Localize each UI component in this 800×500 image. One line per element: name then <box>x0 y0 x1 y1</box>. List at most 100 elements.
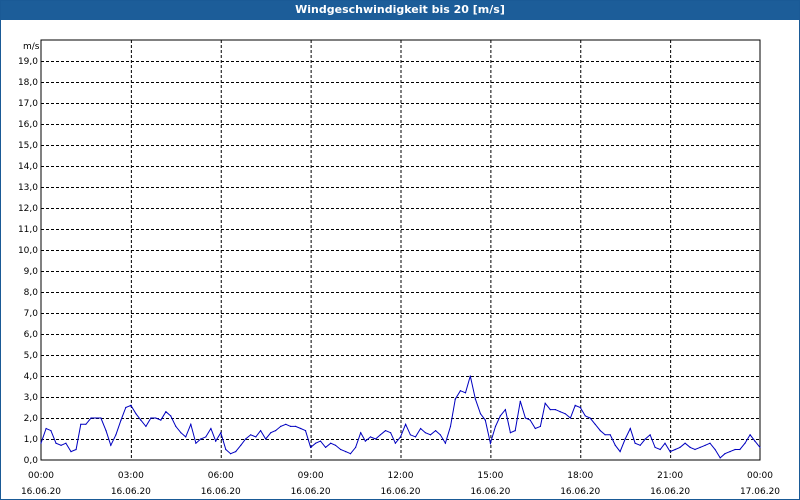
data-point <box>619 451 621 453</box>
data-point <box>420 427 422 430</box>
y-tick-label: 16,0 <box>18 120 38 130</box>
x-tick-date: 16.06.20 <box>111 487 151 497</box>
data-point <box>654 446 656 448</box>
data-point <box>599 430 601 432</box>
data-point <box>574 404 576 406</box>
data-point <box>759 446 761 448</box>
data-point <box>205 436 207 438</box>
x-tick-time: 03:00 <box>118 471 144 481</box>
data-point <box>674 448 676 451</box>
x-tick-time: 18:00 <box>567 471 593 481</box>
data-point <box>594 423 596 425</box>
data-point <box>135 413 137 415</box>
data-point <box>734 448 736 451</box>
data-point <box>80 423 82 425</box>
x-tick-time: 12:00 <box>388 471 414 481</box>
data-point <box>180 432 182 434</box>
data-point <box>559 411 561 413</box>
data-point <box>210 427 212 430</box>
data-point <box>624 438 626 440</box>
data-point <box>564 413 566 415</box>
data-point <box>75 448 77 451</box>
data-point <box>105 430 107 432</box>
chart-canvas: m/s 0,0 1,0 2,0 3,0 4,0 5,0 6,0 7,0 8,0 9,0 10,0 11… <box>18 39 780 497</box>
data-point <box>265 438 267 440</box>
x-tick-time: 09:00 <box>298 471 324 481</box>
data-point <box>230 453 232 455</box>
x-tick-time: 00:00 <box>747 471 773 481</box>
x-tick-date: 16.06.20 <box>650 487 690 497</box>
data-point <box>549 409 551 411</box>
data-point <box>364 440 366 442</box>
data-point <box>55 442 57 444</box>
data-point <box>125 406 127 409</box>
data-point <box>200 438 202 440</box>
data-point <box>504 409 506 411</box>
data-point <box>684 442 686 444</box>
x-tick-date: 16.06.20 <box>201 487 241 497</box>
x-tick-time: 15:00 <box>477 471 503 481</box>
y-tick-label: 7,0 <box>24 309 39 319</box>
y-tick-label: 4,0 <box>24 372 39 382</box>
data-point <box>384 430 387 432</box>
data-point <box>539 425 542 427</box>
data-point <box>614 444 616 446</box>
x-tick-date: 17.06.20 <box>740 487 780 497</box>
data-point <box>240 444 242 446</box>
data-point <box>649 434 651 436</box>
data-point <box>739 448 741 451</box>
data-point <box>315 442 317 444</box>
data-point <box>195 442 197 444</box>
data-point <box>405 423 407 425</box>
data-point <box>394 442 396 444</box>
data-point <box>719 457 721 459</box>
data-point <box>310 446 312 448</box>
data-point <box>519 400 521 402</box>
data-point <box>325 446 327 448</box>
data-point <box>280 425 282 427</box>
data-point <box>155 417 157 419</box>
data-point <box>484 419 486 421</box>
data-point <box>744 442 746 444</box>
data-point <box>704 444 706 446</box>
data-point <box>679 446 681 448</box>
y-tick-label: 15,0 <box>18 141 38 151</box>
grid-lines <box>41 40 760 460</box>
y-tick-label: 14,0 <box>18 162 38 172</box>
data-point <box>469 375 471 377</box>
data-point <box>584 415 586 417</box>
data-point <box>215 440 217 442</box>
data-point <box>270 432 272 434</box>
y-tick-label: 0,0 <box>24 456 39 466</box>
data-point <box>120 419 122 421</box>
data-point <box>494 425 497 427</box>
y-tick-label: 19,0 <box>18 57 38 67</box>
data-point <box>754 440 756 442</box>
data-point <box>319 440 322 442</box>
data-point <box>589 417 591 419</box>
y-tick-label: 10,0 <box>18 246 38 256</box>
data-point <box>644 438 646 440</box>
y-tick-label: 13,0 <box>18 183 38 193</box>
data-point <box>170 415 172 417</box>
data-point <box>220 432 222 434</box>
data-point <box>634 442 636 444</box>
data-point <box>60 444 62 446</box>
data-point <box>260 430 262 432</box>
data-point <box>609 434 611 436</box>
data-point <box>429 434 432 436</box>
data-point <box>334 444 337 446</box>
data-point <box>729 451 731 453</box>
data-point <box>439 434 441 436</box>
data-point <box>225 448 227 451</box>
data-point <box>340 448 342 451</box>
data-point <box>235 451 237 453</box>
x-tick-time: 00:00 <box>28 471 54 481</box>
data-point <box>514 430 516 432</box>
data-point <box>459 390 461 392</box>
data-point <box>40 442 42 444</box>
data-point <box>150 417 152 419</box>
data-point <box>659 448 661 451</box>
data-point <box>349 453 352 455</box>
data-point <box>330 442 332 444</box>
